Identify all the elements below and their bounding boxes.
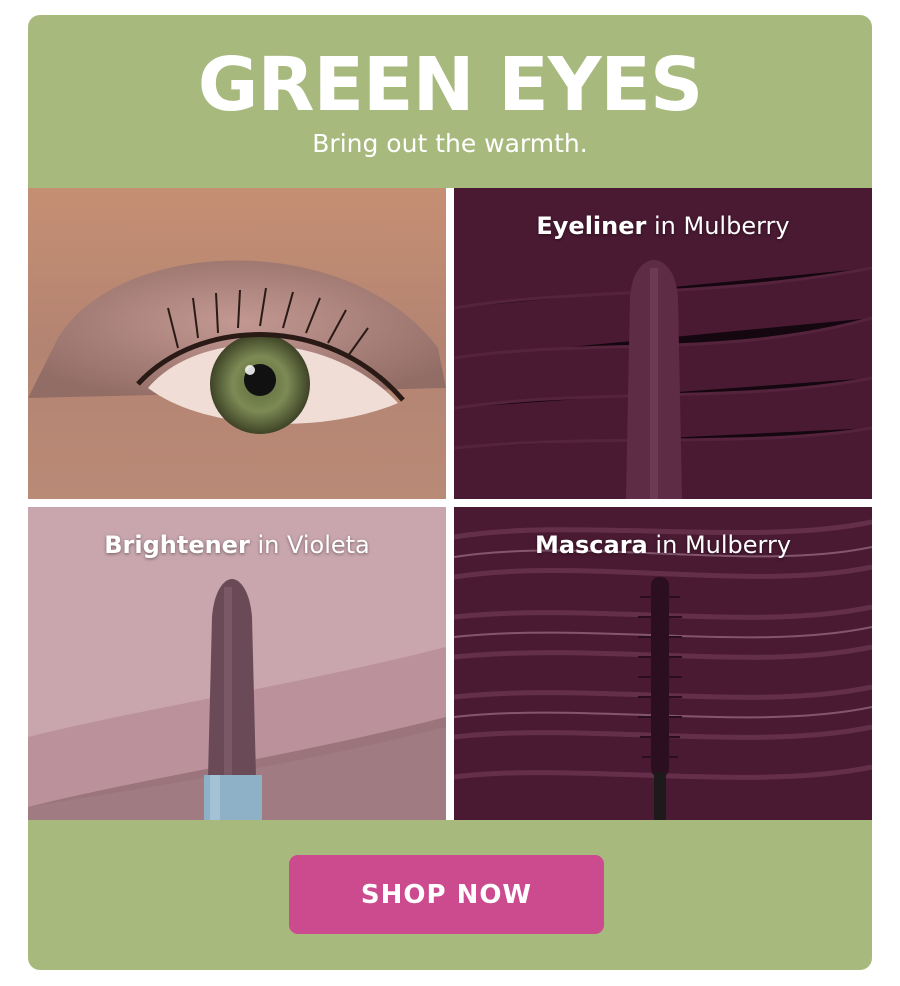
promo-headline: GREEN EYES (197, 42, 704, 128)
promo-card: GREEN EYES Bring out the warmth. Eyeline… (28, 15, 872, 970)
product-grid: Eyeliner in Mulberry Brightener in Viole… (28, 188, 872, 820)
eye-photo (28, 188, 446, 499)
eyeliner-tile[interactable]: Eyeliner in Mulberry (454, 188, 872, 499)
promo-subheadline: Bring out the warmth. (312, 129, 588, 158)
brightener-label: Brightener in Violeta (104, 531, 370, 559)
eyeliner-label: Eyeliner in Mulberry (536, 212, 790, 240)
mascara-tile[interactable]: Mascara in Mulberry (454, 507, 872, 820)
brightener-tile[interactable]: Brightener in Violeta (28, 507, 446, 820)
shop-now-button[interactable]: SHOP NOW (289, 855, 604, 934)
mascara-label: Mascara in Mulberry (534, 531, 792, 559)
eye-illustration (28, 188, 446, 499)
